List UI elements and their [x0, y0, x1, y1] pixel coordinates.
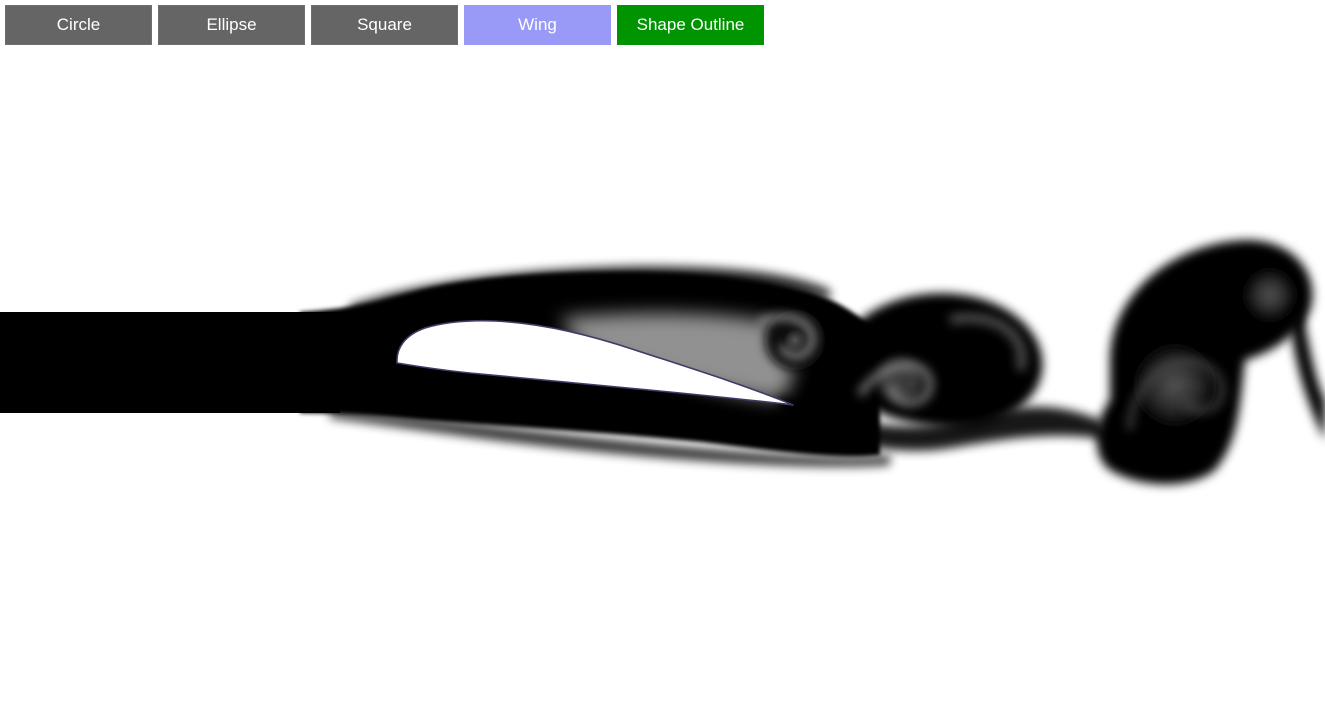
ellipse-button[interactable]: Ellipse: [158, 5, 305, 45]
vortex-4-core: [1240, 265, 1300, 325]
shape-toolbar: Circle Ellipse Square Wing Shape Outline: [5, 5, 764, 46]
simulation-stage[interactable]: Circle Ellipse Square Wing Shape Outline: [0, 0, 1325, 727]
inflow-dye-band: [0, 312, 340, 413]
square-button[interactable]: Square: [311, 5, 458, 45]
circle-button[interactable]: Circle: [5, 5, 152, 45]
fluid-canvas[interactable]: [0, 0, 1325, 727]
shape-outline-button[interactable]: Shape Outline: [617, 5, 764, 45]
wing-button[interactable]: Wing: [464, 5, 611, 45]
